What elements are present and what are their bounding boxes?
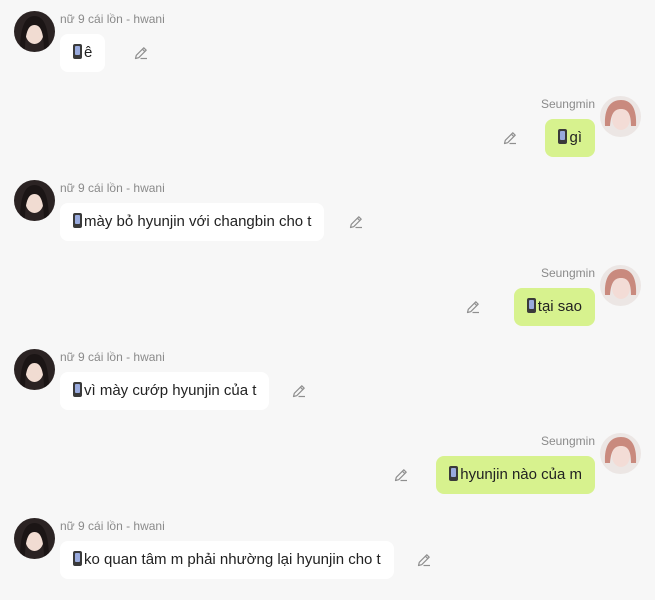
avatar[interactable] — [14, 180, 55, 221]
message-text: mày bỏ hyunjin với changbin cho t — [84, 213, 312, 230]
mobile-phone-icon — [449, 466, 459, 481]
message-text: ko quan tâm m phải nhường lại hyunjin ch… — [84, 551, 381, 568]
pencil-icon[interactable] — [465, 299, 481, 315]
avatar[interactable] — [14, 11, 55, 52]
pencil-icon[interactable] — [291, 383, 307, 399]
mobile-phone-icon — [526, 298, 536, 313]
message-text: vì mày cướp hyunjin của t — [84, 382, 257, 399]
message-bubble[interactable]: tại sao — [513, 288, 595, 326]
message-text: gì — [569, 129, 582, 146]
message-bubble[interactable]: ê — [60, 34, 106, 72]
mobile-phone-icon — [73, 382, 82, 397]
sender-name: nữ 9 cái lồn - hwani — [60, 519, 165, 533]
message-bubble[interactable]: hyunjin nào của m — [436, 456, 595, 494]
avatar[interactable] — [14, 518, 55, 559]
sender-name: Seungmin — [540, 434, 595, 448]
mobile-phone-icon — [73, 551, 82, 566]
message-text: ê — [84, 44, 93, 61]
message-bubble[interactable]: vì mày cướp hyunjin của t — [60, 372, 270, 410]
mobile-phone-icon — [73, 44, 82, 59]
avatar[interactable] — [600, 96, 641, 137]
avatar[interactable] — [600, 433, 641, 474]
pencil-icon[interactable] — [348, 214, 364, 230]
mobile-phone-icon — [558, 129, 568, 144]
message-bubble[interactable]: mày bỏ hyunjin với changbin cho t — [60, 203, 325, 241]
avatar[interactable] — [600, 265, 641, 306]
pencil-icon[interactable] — [502, 130, 518, 146]
message-text: tại sao — [537, 298, 582, 315]
message-bubble[interactable]: gì — [545, 119, 595, 157]
sender-name: nữ 9 cái lồn - hwani — [60, 12, 165, 26]
avatar[interactable] — [14, 349, 55, 390]
pencil-icon[interactable] — [393, 467, 409, 483]
sender-name: nữ 9 cái lồn - hwani — [60, 181, 165, 195]
sender-name: Seungmin — [540, 97, 595, 111]
message-bubble[interactable]: ko quan tâm m phải nhường lại hyunjin ch… — [60, 541, 394, 579]
message-text: hyunjin nào của m — [460, 466, 582, 483]
sender-name: nữ 9 cái lồn - hwani — [60, 350, 165, 364]
mobile-phone-icon — [73, 213, 82, 228]
pencil-icon[interactable] — [133, 45, 149, 61]
pencil-icon[interactable] — [416, 552, 432, 568]
sender-name: Seungmin — [540, 266, 595, 280]
